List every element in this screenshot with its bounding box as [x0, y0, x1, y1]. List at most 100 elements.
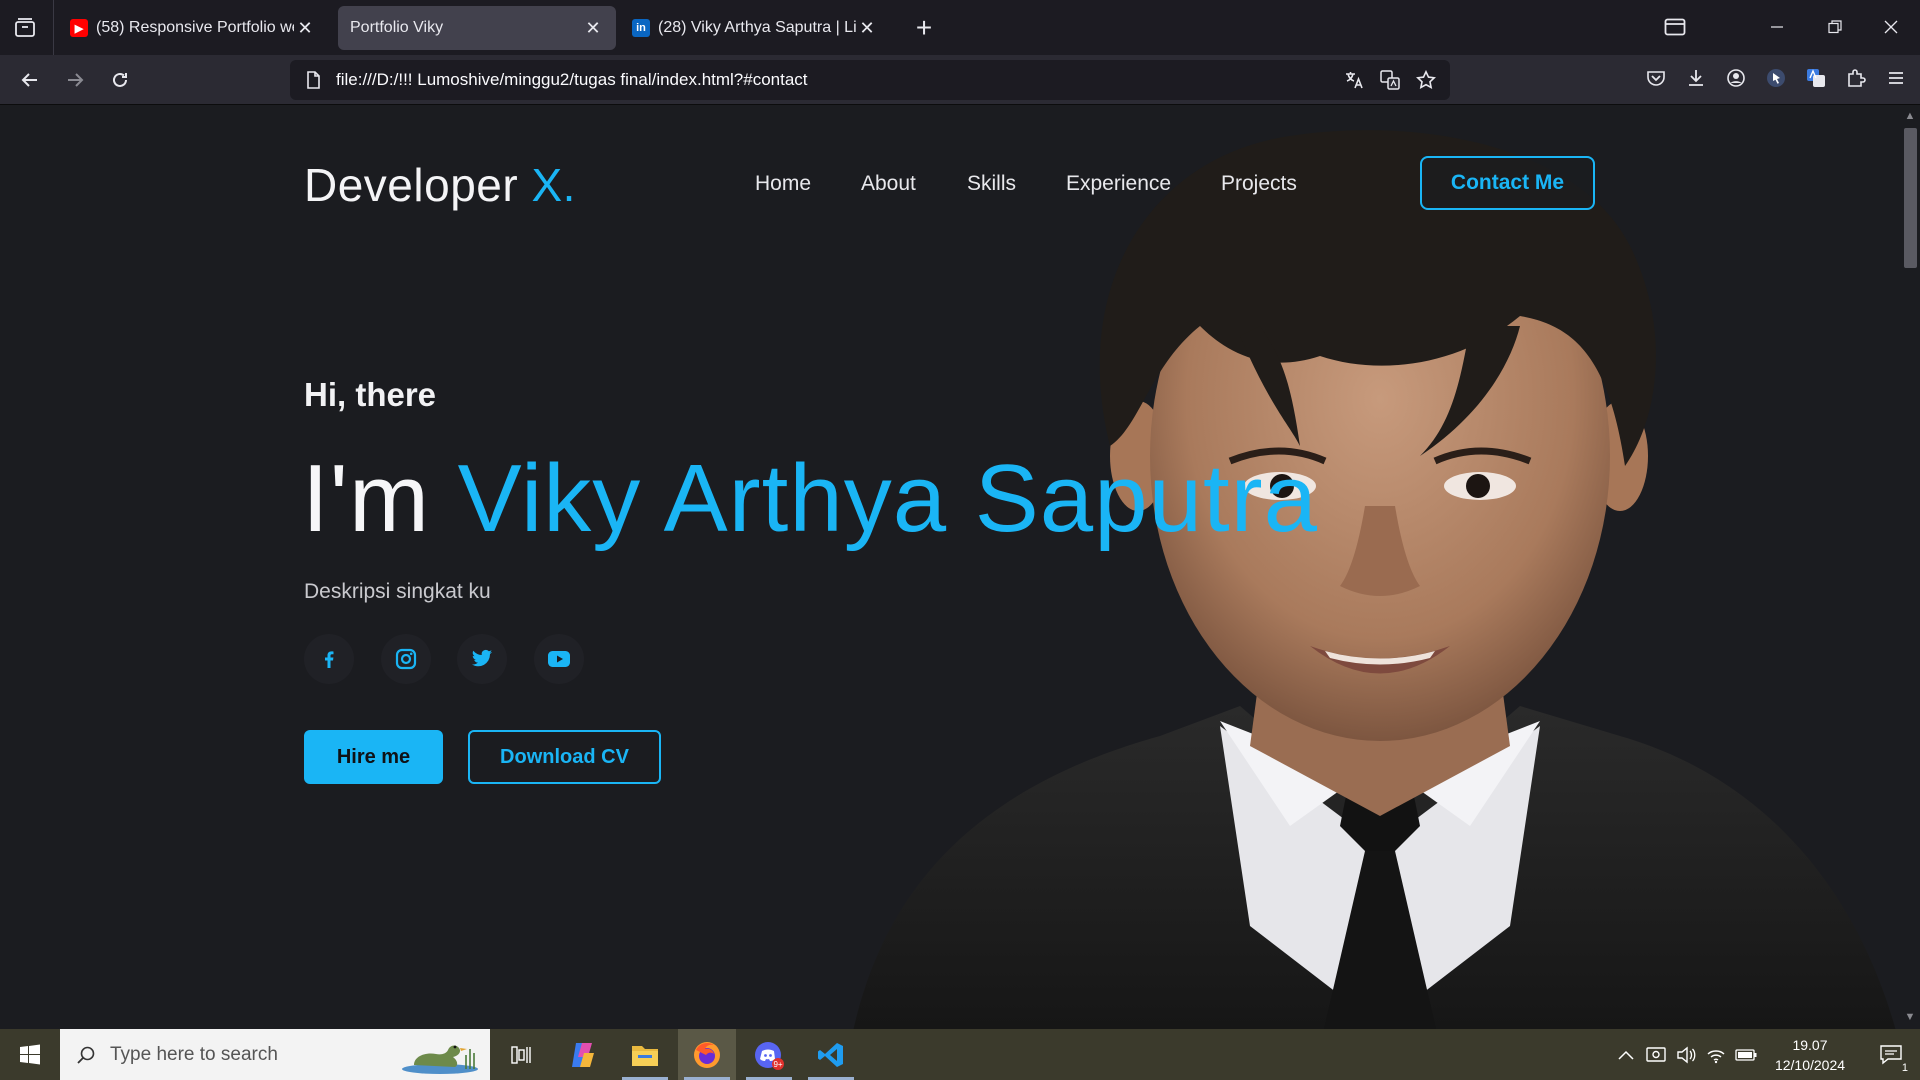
- restore-button[interactable]: [1812, 8, 1858, 46]
- contact-me-button[interactable]: Contact Me: [1420, 156, 1595, 210]
- hero-description: Deskripsi singkat ku: [304, 580, 491, 603]
- reload-icon: [113, 72, 127, 87]
- clock-time: 19.07: [1792, 1037, 1828, 1053]
- twitter-icon: [471, 649, 493, 667]
- close-icon[interactable]: ✕: [856, 17, 878, 39]
- translate-page-icon: [1380, 70, 1400, 90]
- address-bar[interactable]: file:///D:/!!! Lumoshive/minggu2/tugas f…: [290, 60, 1450, 100]
- close-icon[interactable]: ✕: [294, 17, 316, 39]
- account-button[interactable]: [1720, 62, 1752, 94]
- logo-text: Developer: [304, 159, 519, 211]
- headline-prefix: I'm: [302, 445, 430, 552]
- facebook-icon: [325, 651, 334, 668]
- instagram-icon: [395, 648, 417, 670]
- scroll-down-icon[interactable]: ▼: [1903, 1011, 1917, 1025]
- notification-count: 1: [1901, 1062, 1908, 1074]
- linkedin-icon: in: [632, 19, 650, 37]
- system-clock[interactable]: 19.07 12/10/2024: [1760, 1035, 1860, 1075]
- url-text[interactable]: file:///D:/!!! Lumoshive/minggu2/tugas f…: [336, 70, 808, 90]
- nav-home[interactable]: Home: [755, 172, 811, 196]
- hero-headline: I'm Viky Arthya Saputra: [302, 444, 1318, 554]
- taskbar-search[interactable]: Type here to search: [60, 1029, 490, 1080]
- notification-icon: [1880, 1044, 1902, 1064]
- account-icon: [1727, 69, 1745, 87]
- nav-experience[interactable]: Experience: [1066, 172, 1171, 196]
- page-icon: [307, 71, 320, 89]
- twitter-link[interactable]: [457, 634, 507, 684]
- back-button[interactable]: [12, 62, 48, 98]
- tab-linkedin[interactable]: in (28) Viky Arthya Saputra | LinkedIn ✕: [620, 6, 890, 50]
- meet-now-button[interactable]: [1642, 1029, 1670, 1080]
- nav-about[interactable]: About: [861, 172, 916, 196]
- vscode-button[interactable]: [802, 1029, 860, 1080]
- device-icon: [1646, 1046, 1666, 1062]
- firefox-view-button[interactable]: [1652, 8, 1698, 46]
- logo-accent: X.: [531, 159, 576, 211]
- clock-date: 12/10/2024: [1774, 1057, 1846, 1073]
- folder-icon: [632, 1045, 658, 1066]
- site-logo[interactable]: Developer X.: [304, 158, 576, 212]
- close-window-button[interactable]: [1868, 8, 1914, 46]
- puzzle-icon: [1848, 69, 1866, 87]
- reload-button[interactable]: [102, 62, 138, 98]
- page-scrollbar[interactable]: ▲ ▼: [1900, 106, 1920, 1029]
- minimize-icon: [1771, 26, 1783, 28]
- star-icon: [1416, 70, 1436, 90]
- start-button[interactable]: [0, 1029, 60, 1080]
- task-view-button[interactable]: [492, 1029, 550, 1080]
- show-hidden-icons-button[interactable]: [1612, 1029, 1640, 1080]
- nav-projects[interactable]: Projects: [1221, 172, 1297, 196]
- discord-button[interactable]: 9+: [740, 1029, 798, 1080]
- extension-cursor-button[interactable]: [1760, 62, 1792, 94]
- discord-icon: 9+: [755, 1041, 784, 1070]
- facebook-link[interactable]: [304, 634, 354, 684]
- hamburger-icon: [1889, 72, 1903, 84]
- download-icon: [1689, 70, 1703, 86]
- tab-title: (58) Responsive Portfolio website: [96, 19, 294, 36]
- windows-taskbar: Type here to search 9+ 19.07 12/10/2024 …: [0, 1029, 1920, 1080]
- volume-button[interactable]: [1672, 1029, 1700, 1080]
- navigation-toolbar: file:///D:/!!! Lumoshive/minggu2/tugas f…: [0, 55, 1920, 105]
- copilot-button[interactable]: [554, 1029, 612, 1080]
- battery-button[interactable]: [1732, 1029, 1760, 1080]
- notification-center-button[interactable]: 1: [1868, 1029, 1914, 1080]
- firefox-icon: [694, 1041, 720, 1068]
- close-icon[interactable]: ✕: [582, 17, 604, 39]
- duck-illustration-icon: [402, 1045, 478, 1074]
- list-all-tabs-button[interactable]: [6, 10, 44, 46]
- extensions-button[interactable]: [1840, 62, 1872, 94]
- translate-button[interactable]: [1338, 64, 1370, 96]
- page-translate-button[interactable]: [1374, 64, 1406, 96]
- hire-me-button[interactable]: Hire me: [304, 730, 443, 784]
- nav-skills[interactable]: Skills: [967, 172, 1016, 196]
- window-icon: [1664, 18, 1686, 36]
- youtube-link[interactable]: [534, 634, 584, 684]
- headline-name: Viky Arthya Saputra: [457, 445, 1318, 552]
- network-button[interactable]: [1702, 1029, 1730, 1080]
- instagram-link[interactable]: [381, 634, 431, 684]
- tab-list-icon: [15, 18, 35, 37]
- scrollbar-thumb[interactable]: [1904, 128, 1917, 268]
- scroll-up-icon[interactable]: ▲: [1903, 110, 1917, 124]
- portrait-photo: [853, 130, 1896, 1029]
- tab-portfolio[interactable]: Portfolio Viky ✕: [338, 6, 616, 50]
- restore-icon: [1828, 20, 1842, 34]
- youtube-icon: [548, 651, 570, 667]
- pocket-button[interactable]: [1640, 62, 1672, 94]
- forward-button[interactable]: [57, 62, 93, 98]
- menu-button[interactable]: [1880, 62, 1912, 94]
- speaker-icon: [1677, 1046, 1696, 1063]
- firefox-button[interactable]: [678, 1029, 736, 1080]
- cursor-extension-icon: [1767, 69, 1785, 87]
- downloads-button[interactable]: [1680, 62, 1712, 94]
- new-tab-button[interactable]: +: [904, 12, 944, 44]
- close-icon: [1884, 20, 1898, 34]
- download-cv-button[interactable]: Download CV: [468, 730, 661, 784]
- page-viewport: Developer X. Home About Skills Experienc…: [0, 106, 1900, 1029]
- extension-translate-button[interactable]: [1800, 62, 1832, 94]
- windows-icon: [20, 1044, 40, 1064]
- bookmark-button[interactable]: [1410, 64, 1442, 96]
- minimize-button[interactable]: [1754, 8, 1800, 46]
- tab-youtube[interactable]: ▶ (58) Responsive Portfolio website ✕: [58, 6, 328, 50]
- file-explorer-button[interactable]: [616, 1029, 674, 1080]
